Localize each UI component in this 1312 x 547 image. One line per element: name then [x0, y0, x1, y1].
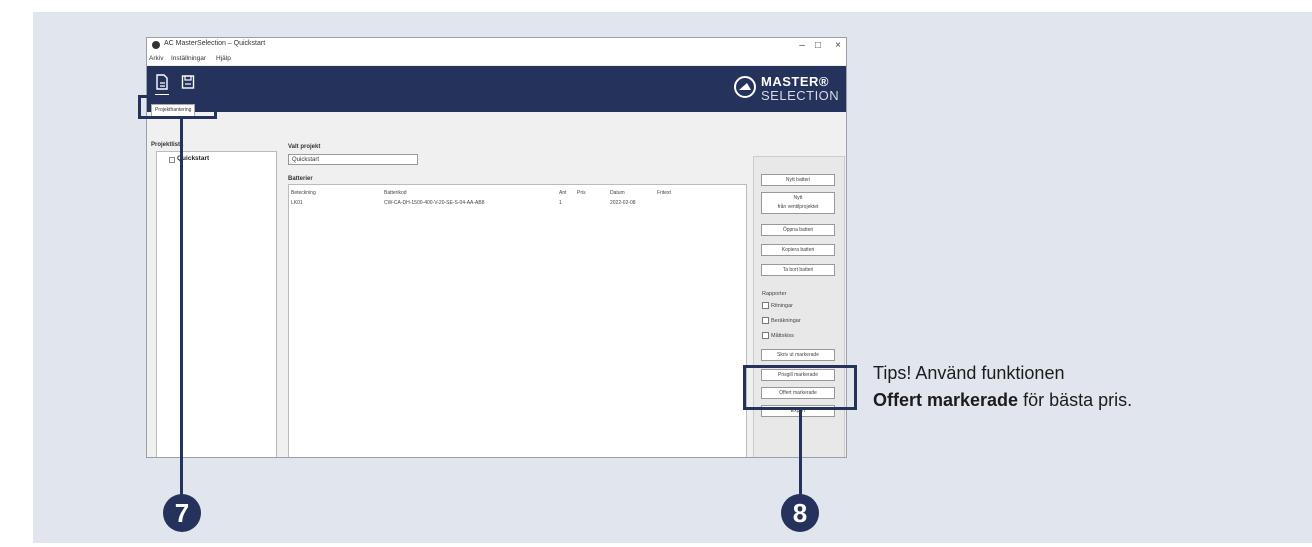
project-tree: Quickstart	[156, 151, 277, 457]
table-cell: LK01	[291, 200, 303, 206]
checkbox-icon[interactable]	[762, 302, 769, 309]
tree-expander-icon[interactable]	[169, 157, 175, 163]
tips-bold: Offert markerade	[873, 390, 1019, 410]
reports-label: Rapporter	[762, 291, 787, 297]
batteries-label: Batterier	[288, 176, 313, 182]
selected-project-field[interactable]: Quickstart	[288, 154, 418, 165]
maximize-icon[interactable]: □	[811, 39, 825, 53]
checkbox-icon[interactable]	[762, 332, 769, 339]
highlight-buttons-box	[743, 365, 857, 410]
new-from-valve-project-button[interactable]: Nytt från ventilprojektet	[761, 192, 835, 214]
print-selected-button[interactable]: Skriv ut markerade	[761, 349, 835, 361]
table-cell: 2022-02-08	[610, 200, 636, 206]
projects-header: Projektlista	[151, 142, 184, 148]
check-berakningar[interactable]: Beräkningar	[762, 317, 801, 324]
app-icon	[152, 41, 160, 49]
check-ritningar[interactable]: Ritningar	[762, 302, 793, 309]
selected-project-label: Valt projekt	[288, 144, 321, 150]
menu-arkiv[interactable]: Arkiv	[149, 55, 163, 62]
button-line2: från ventilprojektet	[777, 204, 819, 210]
checkbox-icon[interactable]	[762, 317, 769, 324]
table-cell: CW-CA-DH-1500-400-V-20-SE-S-04-AA-AB8	[384, 200, 485, 206]
close-icon[interactable]: ×	[831, 39, 845, 53]
window-title: AC MasterSelection – Quickstart	[164, 40, 266, 47]
column-header[interactable]: Datum	[610, 190, 625, 196]
menu-hjalp[interactable]: Hjälp	[216, 55, 231, 62]
callout-marker-8: 8	[781, 494, 819, 532]
title-bar: AC MasterSelection – Quickstart – □ ×	[147, 38, 846, 54]
brand-line2: SELECTION	[761, 88, 840, 103]
toolbar: MASTER® SELECTION	[147, 66, 846, 112]
column-header[interactable]: Ant	[559, 190, 567, 196]
batteries-table: Beteckning Batterikod Ant Pris Datum Fri…	[288, 184, 747, 457]
menu-installningar[interactable]: Inställningar	[171, 55, 206, 62]
highlight-tab-box	[138, 95, 217, 119]
menu-bar: Arkiv Inställningar Hjälp	[147, 54, 846, 65]
table-cell: 1	[559, 200, 562, 206]
callout-line-7	[180, 118, 183, 496]
callout-line-8	[799, 409, 802, 496]
open-battery-button[interactable]: Öppna batteri	[761, 224, 835, 236]
callout-marker-7: 7	[163, 494, 201, 532]
copy-battery-button[interactable]: Kopiera batteri	[761, 244, 835, 256]
tips-text: Tips! Använd funktionen Offert markerade…	[873, 360, 1132, 414]
column-header[interactable]: Pris	[577, 190, 586, 196]
minimize-icon[interactable]: –	[795, 39, 809, 53]
app-window: AC MasterSelection – Quickstart – □ × Ar…	[146, 37, 847, 458]
tips-rest: för bästa pris.	[1018, 390, 1133, 410]
check-label: Beräkningar	[771, 317, 801, 324]
button-line1: Nytt	[793, 195, 803, 201]
column-header[interactable]: Fritext	[657, 190, 671, 196]
check-label: Måttskiss	[771, 332, 794, 339]
brand-logo: MASTER® SELECTION	[734, 74, 839, 104]
column-header[interactable]: Batterikod	[384, 190, 407, 196]
check-label: Ritningar	[771, 302, 794, 309]
column-header[interactable]: Beteckning	[291, 190, 316, 196]
new-battery-button[interactable]: Nytt batteri	[761, 174, 835, 186]
check-mattskiss[interactable]: Måttskiss	[762, 332, 794, 339]
document-icon[interactable]	[155, 74, 169, 90]
tips-line1: Tips! Använd funktionen	[873, 363, 1065, 383]
brand-line1: MASTER®	[761, 74, 829, 89]
save-icon[interactable]	[181, 74, 195, 90]
delete-battery-button[interactable]: Ta bort batteri	[761, 264, 835, 276]
logo-mark-icon	[734, 76, 756, 98]
